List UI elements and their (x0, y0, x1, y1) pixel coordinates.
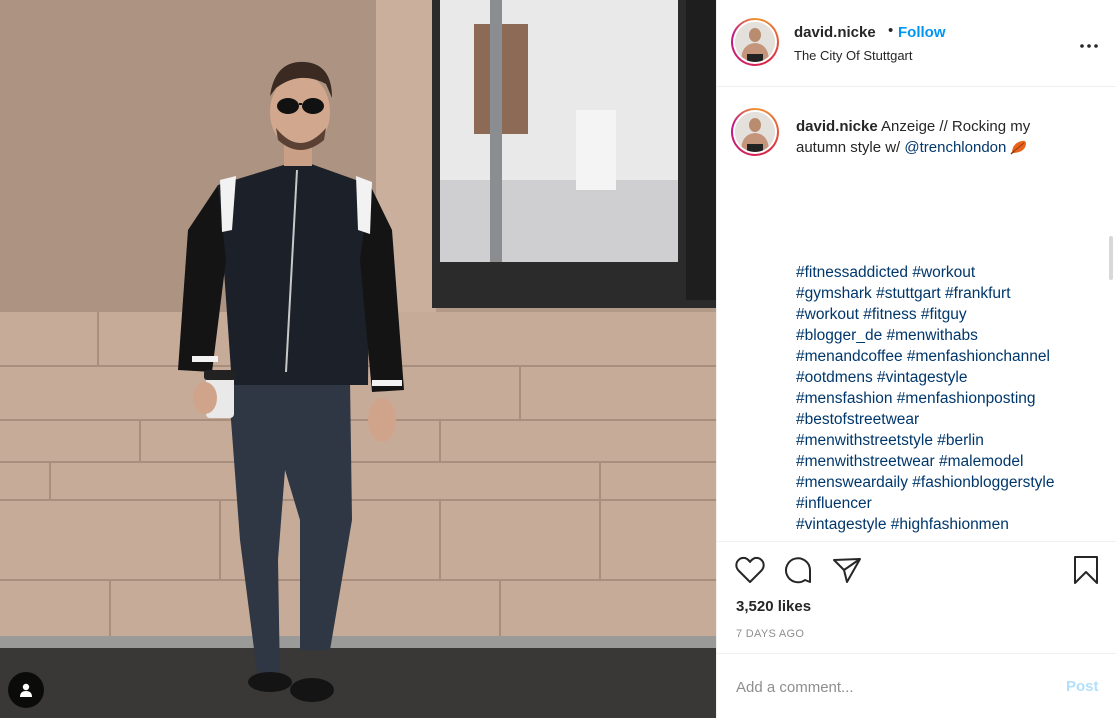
follow-button[interactable]: Follow (898, 24, 946, 41)
save-button[interactable] (1070, 555, 1102, 590)
author-username[interactable]: david.nicke (794, 24, 876, 41)
caption-avatar[interactable] (731, 108, 779, 156)
post-actions: 3,520 likes 7 DAYS AGO (717, 541, 1116, 653)
comment-button[interactable] (782, 556, 814, 588)
post-caption: david.nicke Anzeige // Rocking my autumn… (796, 116, 1076, 161)
hashtag-line[interactable]: #vintagestyle #highfashionmen (796, 514, 1096, 535)
comments-section[interactable]: david.nicke Anzeige // Rocking my autumn… (717, 88, 1116, 541)
post-timestamp[interactable]: 7 DAYS AGO (736, 628, 804, 640)
heart-icon (735, 556, 765, 589)
add-comment-form: Post (717, 653, 1116, 718)
hashtag-line[interactable]: #influencer (796, 493, 1096, 514)
hashtag-line[interactable]: #mensfashion #menfashionposting (796, 388, 1096, 409)
hashtag-line[interactable]: #fitnessaddicted #workout (796, 262, 1096, 283)
hashtag-line[interactable]: #gymshark #stuttgart #frankfurt (796, 283, 1096, 304)
likes-count[interactable]: 3,520 likes (736, 598, 811, 615)
author-avatar[interactable] (731, 18, 779, 66)
hashtag-line[interactable]: #menwithstreetwear #malemodel (796, 451, 1096, 472)
hashtag-line[interactable]: #bestofstreetwear (796, 409, 1096, 430)
comments-scrollbar[interactable] (1109, 236, 1113, 280)
like-button[interactable] (734, 556, 766, 588)
caption-mention[interactable]: @trenchlondon (904, 139, 1006, 156)
post-comment-button[interactable]: Post (1066, 678, 1099, 695)
photo-illustration (0, 0, 716, 718)
hashtag-line[interactable]: #menandcoffee #menfashionchannel (796, 346, 1096, 367)
hashtag-line[interactable]: #blogger_de #menwithabs (796, 325, 1096, 346)
hashtag-line[interactable]: #ootdmens #vintagestyle (796, 367, 1096, 388)
follow-separator: • (888, 22, 894, 39)
hashtag-line[interactable]: #mensweardaily #fashionbloggerstyle (796, 472, 1096, 493)
post-photo[interactable] (0, 0, 716, 718)
more-options-button[interactable] (1077, 32, 1101, 56)
share-button[interactable] (831, 556, 863, 588)
comment-icon (783, 555, 813, 590)
hashtag-line[interactable]: #menwithstreetstyle #berlin (796, 430, 1096, 451)
post-header: david.nicke • Follow The City Of Stuttga… (717, 0, 1116, 87)
comment-input[interactable] (736, 676, 1036, 698)
hashtag-line[interactable]: #workout #fitness #fitguy (796, 304, 1096, 325)
tagged-users-button[interactable] (8, 672, 44, 708)
share-icon (832, 556, 862, 589)
hashtag-list: #fitnessaddicted #workout #gymshark #stu… (796, 262, 1096, 535)
bookmark-icon (1073, 555, 1099, 590)
user-tag-icon (19, 683, 33, 697)
post-details-panel: david.nicke • Follow The City Of Stuttga… (716, 0, 1116, 718)
more-options-icon (1080, 35, 1098, 53)
fallen-leaf-icon (1010, 139, 1028, 161)
post-location[interactable]: The City Of Stuttgart (794, 48, 913, 63)
caption-username[interactable]: david.nicke (796, 118, 878, 135)
